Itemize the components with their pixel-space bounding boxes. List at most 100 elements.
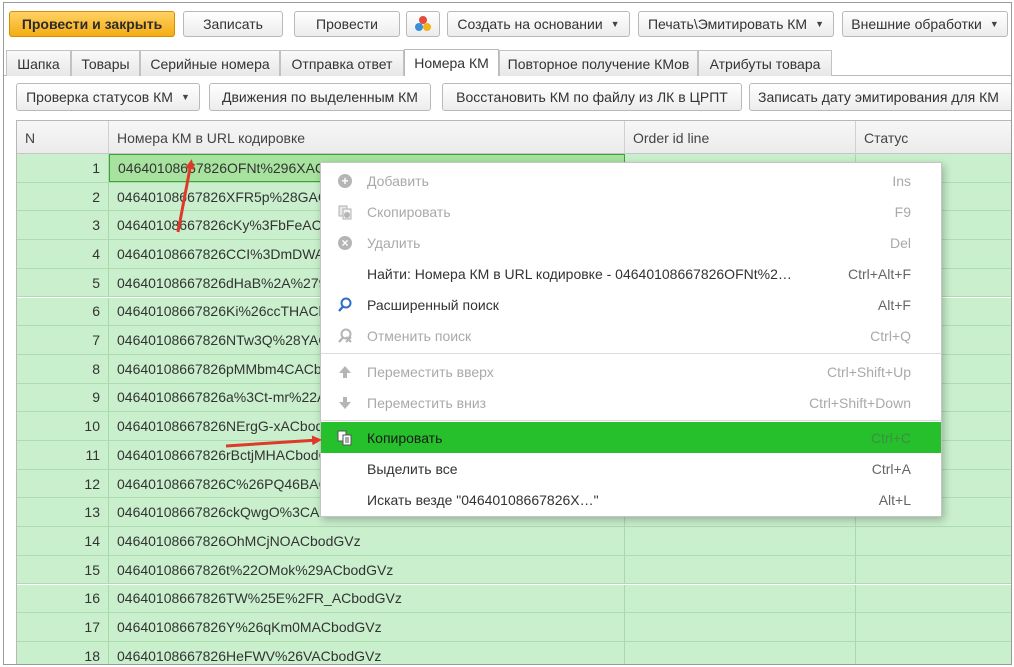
menu-item-shortcut: Ctrl+Shift+Up [826, 363, 911, 380]
chevron-down-icon: ▼ [815, 19, 824, 29]
table-row[interactable]: 18 04640108667826HeFWV%26VACbodGVz [17, 641, 1011, 664]
menu-item-label: Удалить [367, 234, 421, 251]
column-header-order-id-line[interactable]: Order id line [625, 121, 856, 154]
create-based-on-dropdown[interactable]: Создать на основании ▼ [447, 11, 630, 37]
menu-separator [321, 420, 941, 421]
main-toolbar: Провести и закрыть Записать Провести Соз… [4, 3, 1011, 45]
table-row[interactable]: 15 04640108667826t%22OMok%29ACbodGVz [17, 555, 1011, 585]
print-emit-dropdown[interactable]: Печать\Эмитировать КМ ▼ [638, 11, 834, 37]
chevron-down-icon: ▼ [180, 92, 190, 102]
cell-row-number[interactable]: 8 [17, 354, 109, 383]
create-based-on-label: Создать на основании [457, 16, 603, 32]
write-emission-date-button[interactable]: Записать дату эмитирования для КМ [749, 83, 1011, 111]
table-row[interactable]: 16 04640108667826TW%25E%2FR_ACbodGVz [17, 584, 1011, 614]
external-processing-dropdown[interactable]: Внешние обработки ▼ [842, 11, 1008, 37]
menu-item-shortcut: Ins [892, 172, 911, 189]
cell-row-number[interactable]: 12 [17, 469, 109, 498]
cell-row-number[interactable]: 17 [17, 613, 109, 641]
external-processing-label: Внешние обработки [851, 16, 982, 32]
cell-row-number[interactable]: 13 [17, 498, 109, 527]
cell-order-id-line[interactable] [625, 584, 856, 613]
cell-row-number[interactable]: 4 [17, 240, 109, 268]
menu-item-label: Копировать [367, 429, 443, 446]
tab-bar: Шапка Товары Серийные номера Отправка от… [4, 49, 1011, 76]
tab-km-reacquire[interactable]: Повторное получение КМов [499, 50, 698, 76]
cell-km-url[interactable]: 04640108667826t%22OMok%29ACbodGVz [109, 555, 625, 584]
cell-row-number[interactable]: 7 [17, 326, 109, 354]
menu-item-label: Искать везде "04640108667826X…" [367, 491, 599, 508]
menu-item-copy[interactable]: Копировать Ctrl+C [321, 422, 941, 453]
menu-item-search-everywhere[interactable]: Искать везде "04640108667826X…" Alt+L [321, 484, 941, 515]
menu-item-shortcut: F9 [894, 203, 911, 220]
cell-row-number[interactable]: 9 [17, 383, 109, 412]
menu-item-shortcut: Ctrl+C [870, 429, 911, 446]
print-emit-label: Печать\Эмитировать КМ [647, 16, 808, 32]
tab-serial-numbers[interactable]: Серийные номера [140, 50, 280, 76]
cell-row-number[interactable]: 6 [17, 297, 109, 326]
cell-km-url[interactable]: 04640108667826HeFWV%26VACbodGVz [109, 641, 625, 664]
color-dots-button[interactable] [406, 11, 440, 37]
cell-row-number[interactable]: 1 [17, 154, 109, 182]
cell-order-id-line[interactable] [625, 527, 856, 555]
menu-item-label: Найти: Номера КМ в URL кодировке - 04640… [367, 265, 792, 282]
menu-item-find[interactable]: Найти: Номера КМ в URL кодировке - 04640… [321, 258, 941, 289]
cell-row-number[interactable]: 2 [17, 182, 109, 211]
arrow-up-icon [337, 364, 353, 380]
cell-status[interactable] [856, 527, 1011, 555]
chevron-down-icon: ▼ [989, 19, 999, 29]
post-and-close-button[interactable]: Провести и закрыть [9, 11, 175, 37]
menu-item-shortcut: Alt+F [877, 296, 911, 313]
cell-row-number[interactable]: 14 [17, 527, 109, 555]
cell-row-number[interactable]: 3 [17, 211, 109, 240]
tab-km-numbers[interactable]: Номера КМ [404, 49, 499, 76]
post-button[interactable]: Провести [294, 11, 400, 37]
cell-status[interactable] [856, 642, 1011, 664]
menu-item-shortcut: Ctrl+Q [870, 327, 911, 344]
cell-km-url[interactable]: 04640108667826TW%25E%2FR_ACbodGVz [109, 584, 625, 613]
cell-km-url[interactable]: 04640108667826Y%26qKm0MACbodGVz [109, 613, 625, 641]
menu-item-delete[interactable]: × Удалить Del [321, 227, 941, 258]
cell-order-id-line[interactable] [625, 613, 856, 641]
cell-order-id-line[interactable] [625, 641, 856, 664]
menu-item-select-all[interactable]: Выделить все Ctrl+A [321, 453, 941, 484]
menu-item-move-up[interactable]: Переместить вверх Ctrl+Shift+Up [321, 356, 941, 387]
tab-goods[interactable]: Товары [71, 50, 140, 76]
movements-by-km-button[interactable]: Движения по выделенным КМ [209, 83, 431, 111]
arrow-down-icon [337, 395, 353, 411]
cell-row-number[interactable]: 5 [17, 268, 109, 297]
copy-clipboard-icon [337, 430, 353, 446]
cell-row-number[interactable]: 18 [17, 641, 109, 664]
cell-row-number[interactable]: 11 [17, 441, 109, 469]
cell-km-url[interactable]: 04640108667826OhMCjNOACbodGVz [109, 527, 625, 555]
cell-row-number[interactable]: 15 [17, 555, 109, 584]
check-km-status-dropdown[interactable]: Проверка статусов КМ ▼ [16, 83, 200, 111]
add-icon: + [337, 173, 353, 189]
chevron-down-icon: ▼ [610, 19, 620, 29]
column-header-km-url[interactable]: Номера КМ в URL кодировке [109, 121, 625, 154]
cell-row-number[interactable]: 10 [17, 412, 109, 440]
cell-status[interactable] [856, 585, 1011, 613]
restore-km-from-file-button[interactable]: Восстановить КМ по файлу из ЛК в ЦРПТ [442, 83, 742, 111]
cell-row-number[interactable]: 16 [17, 584, 109, 613]
menu-item-shortcut: Ctrl+Shift+Down [809, 394, 911, 411]
table-row[interactable]: 17 04640108667826Y%26qKm0MACbodGVz [17, 613, 1011, 642]
column-header-n[interactable]: N [17, 121, 109, 154]
cell-status[interactable] [856, 556, 1011, 584]
tab-send-response[interactable]: Отправка ответ [280, 50, 404, 76]
menu-separator [321, 353, 941, 354]
menu-item-advanced-search[interactable]: Расширенный поиск Alt+F [321, 289, 941, 320]
copy-icon [337, 204, 353, 220]
menu-item-duplicate[interactable]: Скопировать F9 [321, 196, 941, 227]
check-km-status-label: Проверка статусов КМ [26, 89, 173, 105]
tab-header[interactable]: Шапка [6, 50, 71, 76]
cell-status[interactable] [856, 613, 1011, 641]
menu-item-label: Выделить все [367, 460, 458, 477]
save-button[interactable]: Записать [183, 11, 283, 37]
table-row[interactable]: 14 04640108667826OhMCjNOACbodGVz [17, 527, 1011, 556]
menu-item-move-down[interactable]: Переместить вниз Ctrl+Shift+Down [321, 387, 941, 418]
column-header-status[interactable]: Статус [856, 121, 1011, 154]
menu-item-add[interactable]: + Добавить Ins [321, 165, 941, 196]
cell-order-id-line[interactable] [625, 555, 856, 584]
tab-product-attributes[interactable]: Атрибуты товара [698, 50, 832, 76]
menu-item-cancel-search[interactable]: Отменить поиск Ctrl+Q [321, 320, 941, 351]
